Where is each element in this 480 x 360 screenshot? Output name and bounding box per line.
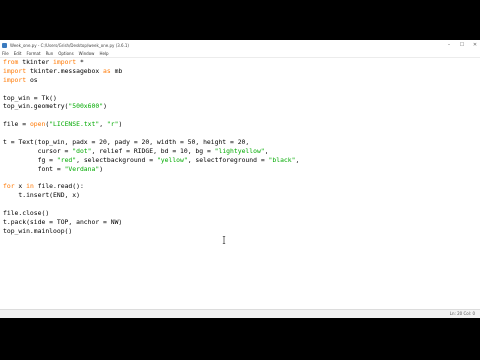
status-bar: Ln: 20 Col: 0 [0, 309, 480, 318]
code-string: "lightyellow" [214, 146, 265, 155]
window-title: Week_one.py - C:/Users/Grish/Desktop/wee… [10, 42, 129, 48]
code-keyword: as [103, 66, 111, 75]
code-token: font = [3, 164, 65, 173]
menu-edit[interactable]: Edit [14, 51, 22, 56]
code-editor[interactable]: from tkinter import * import tkinter.mess… [0, 58, 480, 310]
code-token: , [295, 155, 300, 164]
close-button[interactable]: ✕ [472, 42, 478, 48]
menu-options[interactable]: Options [58, 51, 73, 56]
code-string: "500x600" [68, 102, 104, 111]
code-string: "red" [56, 155, 77, 164]
code-token: top_win.geometry( [3, 102, 69, 111]
code-token: file.read(): [33, 182, 84, 191]
text-cursor-icon [222, 236, 226, 244]
code-token: , selectforeground = [187, 155, 269, 164]
code-keyword: import [3, 66, 27, 75]
code-token: cursor = [3, 146, 73, 155]
code-keyword: for [3, 182, 15, 191]
code-line: for x in file.read(): [3, 182, 299, 191]
code-token: x [14, 182, 27, 191]
code-string: "LICENSE.txt" [49, 120, 100, 129]
code-token: , [264, 146, 269, 155]
code-token: top_win = Tk() [3, 93, 57, 102]
code-token: ) [103, 102, 107, 111]
code-string: "Verdana" [64, 164, 100, 173]
menu-bar: File Edit Format Run Options Window Help [0, 50, 480, 58]
code-token: os [26, 75, 38, 84]
code-keyword: in [26, 182, 34, 191]
code-string: "r" [106, 120, 119, 129]
code-line: import os [3, 76, 299, 85]
maximize-button[interactable]: ☐ [459, 42, 465, 48]
python-idle-icon [2, 42, 7, 48]
code-token: top_win.mainloop() [3, 226, 73, 235]
code-token: ) [118, 120, 123, 129]
code-line: import tkinter.messagebox as mb [3, 67, 299, 76]
code-line: file = open("LICENSE.txt", "r") [3, 120, 299, 129]
code-keyword: import [3, 75, 27, 84]
code-line: font = "Verdana") [3, 165, 299, 174]
code-token: t.pack(side = TOP, anchor = NW) [3, 218, 123, 227]
code-token: t.insert(END, x) [3, 191, 80, 200]
menu-run[interactable]: Run [46, 51, 54, 56]
code-token: fg = [3, 155, 57, 164]
code-line: t.insert(END, x) [3, 191, 299, 200]
code-string: "dot" [72, 146, 92, 155]
code-string: "yellow" [156, 155, 188, 164]
code-token: mb [110, 66, 123, 75]
code-token: * [76, 58, 84, 66]
code-token: , [99, 120, 107, 129]
menu-help[interactable]: Help [99, 51, 108, 56]
code-keyword: from [3, 58, 19, 66]
code-token: , relief = RIDGE, bd = 10, bg = [91, 146, 215, 155]
code-line: top_win.mainloop() [3, 227, 299, 236]
code-token: ) [99, 164, 104, 173]
menu-file[interactable]: File [2, 51, 9, 56]
code-text: from tkinter import * import tkinter.mess… [3, 58, 299, 236]
code-keyword: open [29, 120, 46, 129]
cursor-position: Ln: 20 Col: 0 [449, 311, 475, 316]
idle-editor-window: Week_one.py - C:/Users/Grish/Desktop/wee… [0, 40, 480, 318]
title-bar[interactable]: Week_one.py - C:/Users/Grish/Desktop/wee… [0, 40, 480, 50]
code-token: tkinter [18, 58, 54, 66]
minimize-button[interactable]: – [446, 42, 452, 48]
menu-window[interactable]: Window [79, 51, 95, 56]
code-token: t = Text(top_win, padx = 20, pady = 20, … [3, 138, 250, 147]
code-line: t = Text(top_win, padx = 20, pady = 20, … [3, 138, 299, 147]
window-controls: – ☐ ✕ [446, 42, 478, 48]
code-token: tkinter.messagebox [26, 66, 104, 75]
code-line: file.close() [3, 209, 299, 218]
code-token: , selectbackground = [76, 155, 157, 164]
code-token: file = [3, 120, 30, 129]
code-line: from tkinter import * [3, 58, 299, 67]
code-line: top_win = Tk() [3, 94, 299, 103]
code-line: fg = "red", selectbackground = "yellow",… [3, 155, 300, 165]
code-keyword: import [53, 58, 77, 66]
code-line: t.pack(side = TOP, anchor = NW) [3, 218, 299, 227]
code-line: cursor = "dot", relief = RIDGE, bd = 10,… [3, 147, 299, 156]
code-string: "black" [268, 155, 296, 164]
code-line: top_win.geometry("500x600") [3, 102, 299, 111]
menu-format[interactable]: Format [26, 51, 40, 56]
code-token: file.close() [3, 209, 50, 218]
